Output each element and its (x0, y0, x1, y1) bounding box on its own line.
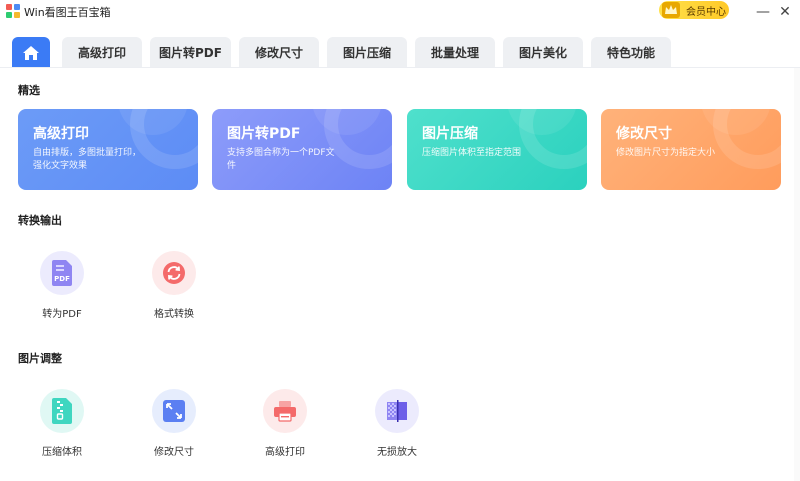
tab-special[interactable]: 特色功能 (591, 37, 671, 68)
tool-format-convert[interactable]: 格式转换 (134, 251, 214, 331)
tab-home[interactable] (12, 37, 50, 68)
card-advanced-print[interactable]: 高级打印 自由排版，多图批量打印，强化文字效果 (18, 109, 198, 190)
section-title-featured: 精选 (18, 84, 40, 97)
enlarge-icon (387, 400, 407, 422)
printer-icon (274, 401, 296, 422)
tool-lossless-enlarge[interactable]: 无损放大 (357, 389, 437, 469)
tool-label: 格式转换 (154, 309, 194, 320)
section-title-convert: 转换输出 (18, 214, 62, 227)
tab-resize[interactable]: 修改尺寸 (239, 37, 319, 68)
tab-divider (0, 67, 800, 68)
tab-batch[interactable]: 批量处理 (415, 37, 495, 68)
card-title: 修改尺寸 (616, 126, 672, 142)
tool-compress-size[interactable]: 压缩体积 (22, 389, 102, 469)
card-desc: 压缩图片体积至指定范围 (422, 148, 522, 158)
card-desc: 修改图片尺寸为指定大小 (616, 148, 716, 158)
tool-resize[interactable]: 修改尺寸 (134, 389, 214, 469)
card-title: 高级打印 (33, 126, 89, 142)
card-title: 图片转PDF (227, 126, 301, 142)
tool-label: 修改尺寸 (154, 447, 194, 458)
minimize-icon: — (756, 4, 770, 20)
resize-icon (163, 400, 185, 422)
tab-image-to-pdf[interactable]: 图片转PDF (150, 37, 231, 68)
crown-icon (662, 2, 680, 18)
scrollbar-track[interactable] (794, 68, 800, 481)
convert-icon (163, 262, 185, 284)
card-resize[interactable]: 修改尺寸 修改图片尺寸为指定大小 (601, 109, 781, 190)
tool-to-pdf[interactable]: PDF 转为PDF (22, 251, 102, 331)
tab-bar: 高级打印 图片转PDF 修改尺寸 图片压缩 批量处理 图片美化 特色功能 (0, 34, 800, 68)
home-icon (23, 45, 39, 60)
card-desc: 自由排版，多图批量打印，强化文字效果 (33, 148, 142, 171)
vip-center-label: 会员中心 (686, 6, 726, 18)
tool-label: 无损放大 (377, 447, 417, 458)
tool-label: 压缩体积 (42, 447, 82, 458)
card-image-to-pdf[interactable]: 图片转PDF 支持多图合称为一个PDF文件 (212, 109, 392, 190)
close-icon: ✕ (779, 4, 791, 20)
card-title: 图片压缩 (422, 126, 478, 142)
close-button[interactable]: ✕ (770, 0, 800, 24)
card-desc: 支持多图合称为一个PDF文件 (227, 148, 335, 171)
tab-advanced-print[interactable]: 高级打印 (62, 37, 142, 68)
tool-advanced-print[interactable]: 高级打印 (245, 389, 325, 469)
section-title-adjust: 图片调整 (18, 352, 62, 365)
pdf-icon: PDF (52, 260, 72, 286)
app-logo-icon (6, 4, 20, 18)
pdf-icon-text: PDF (54, 275, 70, 283)
vip-center-button[interactable]: 会员中心 (659, 1, 729, 19)
app-title: Win看图王百宝箱 (24, 6, 111, 19)
tool-label: 高级打印 (265, 447, 305, 458)
tool-label: 转为PDF (42, 309, 82, 320)
tab-beautify[interactable]: 图片美化 (503, 37, 583, 68)
compress-icon (52, 398, 72, 424)
title-bar: Win看图王百宝箱 会员中心 — ✕ (0, 0, 800, 24)
tab-compress[interactable]: 图片压缩 (327, 37, 407, 68)
card-compress[interactable]: 图片压缩 压缩图片体积至指定范围 (407, 109, 587, 190)
